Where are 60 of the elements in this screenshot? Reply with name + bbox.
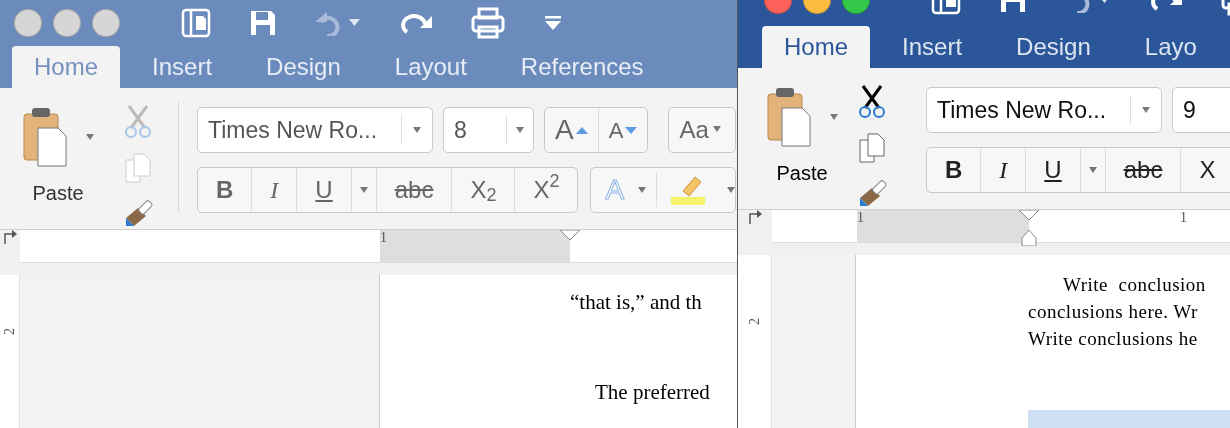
ribbon-tab[interactable]: Home [762, 26, 871, 68]
dropdown-caret-icon[interactable] [86, 134, 94, 140]
indent-marker-icon[interactable] [1018, 210, 1040, 246]
ribbon-tab[interactable]: References [498, 46, 666, 88]
window-control-icon[interactable] [53, 8, 81, 37]
change-case-button[interactable]: Aa [668, 107, 736, 153]
dropdown-caret-icon[interactable] [727, 187, 736, 193]
italic-button[interactable]: I [251, 168, 297, 212]
font-name-field[interactable]: Times New Ro... [926, 87, 1162, 133]
ribbon-tab[interactable]: Home [12, 46, 121, 88]
font-size-field[interactable]: 9 [1172, 87, 1230, 133]
dropdown-caret-icon[interactable] [830, 114, 838, 120]
dropdown-caret-icon[interactable] [638, 187, 647, 193]
ruler-number: 1 [380, 230, 387, 246]
document-text: conclusions here. Wr [1028, 300, 1199, 324]
paste-button[interactable]: Paste [776, 158, 828, 188]
script-button[interactable]: X [1180, 148, 1230, 192]
dropdown-caret-icon[interactable] [1088, 167, 1097, 173]
document-text: Write conclusions he [1028, 327, 1199, 351]
triangle-icon [575, 125, 588, 135]
underline-button[interactable]: U [296, 168, 351, 212]
underline-button[interactable]: U [1025, 148, 1080, 192]
window-control-icon[interactable] [14, 8, 42, 37]
tab-stop-icon[interactable] [748, 210, 762, 224]
tab-stop-icon[interactable] [3, 230, 17, 244]
document-text: The preferred [594, 379, 711, 406]
strikethrough-button[interactable]: abc [375, 168, 452, 212]
customize-menu-icon[interactable] [543, 14, 563, 31]
ruler-number: 2 [746, 318, 763, 325]
shrink-font-button[interactable]: A [597, 108, 648, 152]
ruler-number: 1 [857, 210, 864, 226]
document-text: “that is,” and th [570, 289, 703, 316]
ribbon-tab[interactable]: Layout [372, 46, 489, 88]
font-size-field[interactable]: 8 [443, 107, 534, 153]
sidebar-icon[interactable] [181, 7, 211, 38]
font-name-field[interactable]: Times New Ro... [197, 107, 433, 153]
strikethrough-button[interactable]: abc [1104, 148, 1181, 192]
ribbon-tab[interactable]: Design [994, 26, 1113, 68]
ribbon-tab[interactable]: Insert [880, 26, 985, 68]
window-control-icon[interactable] [92, 8, 120, 37]
ruler-number: 1 [1180, 210, 1187, 226]
document-text: Write conclusion [1062, 273, 1207, 297]
bold-button[interactable]: B [927, 148, 981, 192]
script-button[interactable]: X$_{2}$ [451, 168, 515, 212]
italic-button[interactable]: I [980, 148, 1026, 192]
triangle-icon [625, 125, 638, 135]
paste-button[interactable]: Paste [32, 178, 84, 208]
scissors-icon[interactable] [857, 84, 887, 118]
print-icon[interactable] [471, 6, 505, 39]
ruler-number: 2 [1, 328, 18, 335]
script-button[interactable]: X$^{2}$ [514, 168, 578, 212]
bold-button[interactable]: B [198, 168, 252, 212]
ribbon-tab[interactable]: Insert [130, 46, 235, 88]
undo-icon[interactable] [315, 9, 361, 36]
ribbon-tab[interactable]: Design [244, 46, 363, 88]
ribbon-tab[interactable]: Layo [1122, 26, 1219, 68]
save-icon[interactable] [249, 8, 277, 37]
copy-icon[interactable] [858, 132, 886, 164]
dropdown-caret-icon[interactable] [359, 187, 368, 193]
grow-font-button[interactable]: A [545, 108, 598, 152]
